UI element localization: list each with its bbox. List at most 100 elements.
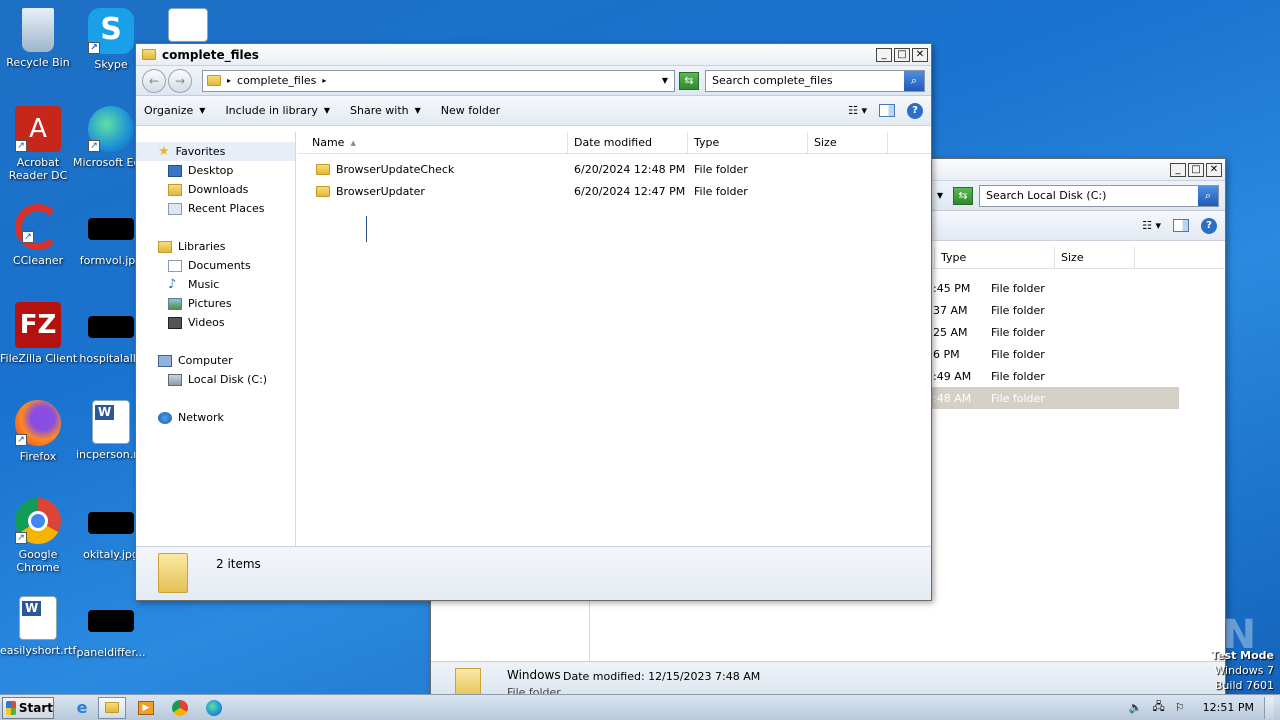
desktop-icon-word-doc[interactable] [150,8,226,46]
refresh-button[interactable]: ⇆ [679,71,699,90]
folder-icon [207,75,221,86]
nav-videos[interactable]: Videos [136,313,295,332]
table-row[interactable]: 37 AM File folder [927,299,1179,321]
system-tray: 🔈 🖧 ⚐ 12:51 PM [1129,696,1280,719]
action-center-flag-icon[interactable]: ⚐ [1175,701,1185,714]
desktop-icon-label: easilyshort.rtf [0,644,77,657]
view-options-icon[interactable]: ☷ ▾ [1142,219,1161,232]
column-header-date[interactable]: Date modified [568,132,688,153]
close-button[interactable]: ✕ [1206,162,1222,177]
window-titlebar[interactable]: complete_files _ □ ✕ [136,44,931,66]
address-bar: ← → ▸ complete_files ▸ ▼ ⇆ Search comple… [136,66,931,96]
network-tray-icon[interactable]: 🖧 [1153,698,1165,717]
nav-desktop[interactable]: Desktop [136,161,295,180]
share-with-button[interactable]: Share with ▼ [350,104,421,117]
column-header-name[interactable]: Name ▲ [298,132,568,153]
desktop-icon-label: Firefox [19,450,57,463]
word-document-icon [168,8,208,42]
column-header-type[interactable]: Type [688,132,808,153]
breadcrumb[interactable]: complete_files [237,74,316,87]
explorer-window-complete-files[interactable]: complete_files _ □ ✕ ← → ▸ complete_file… [135,43,932,601]
new-folder-button[interactable]: New folder [441,104,500,117]
preview-pane-icon[interactable] [879,104,895,117]
nav-music[interactable]: ♪ Music [136,275,295,294]
help-icon[interactable]: ? [1201,217,1217,234]
desktop-icon-label: FileZilla Client [0,352,78,365]
start-button[interactable]: Start [2,696,54,719]
breadcrumb-chevron-icon[interactable]: ▸ [322,76,326,85]
recycle-bin-icon [22,8,54,52]
image-file-icon [88,218,134,240]
close-button[interactable]: ✕ [912,47,928,62]
taskbar-chrome-icon[interactable] [166,697,194,719]
nav-favorites[interactable]: ★ Favorites [136,142,295,161]
firefox-icon: ↗ [15,400,61,446]
file-rows: :45 PM File folder 37 AM File folder 25 AM… [927,277,1179,409]
table-row-selected[interactable]: :48 AM File folder [927,387,1179,409]
table-row[interactable]: :45 PM File folder [927,277,1179,299]
table-row[interactable]: BrowserUpdateCheck 6/20/2024 12:48 PM Fi… [298,158,931,180]
minimize-button[interactable]: _ [1170,162,1186,177]
address-dropdown-icon[interactable]: ▼ [937,191,943,200]
desktop-icon-easilyshort[interactable]: W easilyshort.rtf [0,596,76,657]
show-desktop-button[interactable] [1264,696,1274,719]
desktop-icon-chrome[interactable]: ↗ Google Chrome [0,498,76,574]
column-header-size[interactable]: Size [1055,247,1135,268]
address-input[interactable]: ▸ complete_files ▸ ▼ [202,69,675,92]
desktop-icon-label: Acrobat Reader DC [8,156,68,182]
pictures-icon [168,297,182,310]
minimize-button[interactable]: _ [876,47,892,62]
search-icon[interactable]: ⌕ [1198,185,1218,206]
ccleaner-icon: ↗ [15,204,61,250]
include-in-library-button[interactable]: Include in library ▼ [225,104,330,117]
maximize-button[interactable]: □ [1188,162,1204,177]
forward-button[interactable]: → [168,68,192,93]
back-button[interactable]: ← [142,68,166,93]
desktop-icon-recycle-bin[interactable]: Recycle Bin [0,8,76,69]
taskbar-explorer-icon[interactable] [98,696,126,719]
column-header-type[interactable]: Type [935,247,1055,268]
taskbar-edge-icon[interactable] [200,697,228,719]
navigation-pane: ★ Favorites Desktop Downloads Recent Pla… [136,132,296,546]
taskbar: Start e ▶ 🔈 🖧 ⚐ 12:51 PM [0,694,1280,720]
search-icon[interactable]: ⌕ [904,70,924,91]
search-input[interactable]: Search complete_files ⌕ [705,69,925,92]
desktop-icon-label: Recycle Bin [6,56,70,69]
table-row[interactable]: 25 AM File folder [927,321,1179,343]
nav-downloads[interactable]: Downloads [136,180,295,199]
folder-large-icon [158,553,188,593]
preview-pane-icon[interactable] [1173,219,1189,232]
clock[interactable]: 12:51 PM [1203,701,1254,714]
nav-pictures[interactable]: Pictures [136,294,295,313]
details-pane: 2 items [136,546,931,600]
table-row[interactable]: 6 PM File folder [927,343,1179,365]
taskbar-ie-icon[interactable]: e [68,697,96,719]
nav-libraries[interactable]: Libraries [136,237,295,256]
details-pane: Windows Date modified: 12/15/2023 7:48 A… [431,661,1225,698]
taskbar-media-player-icon[interactable]: ▶ [132,697,160,719]
help-icon[interactable]: ? [907,102,923,119]
desktop-icon-acrobat[interactable]: A ↗ Acrobat Reader DC [0,106,76,182]
libraries-icon [158,240,172,253]
search-input[interactable]: Search Local Disk (C:) ⌕ [979,184,1219,207]
desktop-icon-paneldiffer[interactable]: paneldiffer... [73,596,149,659]
nav-network[interactable]: Network [136,408,295,427]
volume-icon[interactable]: 🔈 [1129,701,1143,714]
nav-computer[interactable]: Computer [136,351,295,370]
desktop-icon-ccleaner[interactable]: ↗ CCleaner [0,204,76,267]
nav-documents[interactable]: Documents [136,256,295,275]
address-dropdown-icon[interactable]: ▼ [662,76,668,85]
column-header-size[interactable]: Size [808,132,888,153]
table-row[interactable]: :49 AM File folder [927,365,1179,387]
view-options-icon[interactable]: ☷ ▾ [848,104,867,117]
maximize-button[interactable]: □ [894,47,910,62]
nav-recent-places[interactable]: Recent Places [136,199,295,218]
desktop-icon-filezilla[interactable]: FZ FileZilla Client [0,302,78,365]
nav-local-disk[interactable]: Local Disk (C:) [136,370,295,389]
status-item-count: 2 items [216,557,261,571]
desktop-icon-firefox[interactable]: ↗ Firefox [0,400,76,463]
details-name: Windows [507,668,561,682]
table-row[interactable]: BrowserUpdater 6/20/2024 12:47 PM File f… [298,180,931,202]
organize-button[interactable]: Organize ▼ [144,104,205,117]
refresh-button[interactable]: ⇆ [953,186,973,205]
